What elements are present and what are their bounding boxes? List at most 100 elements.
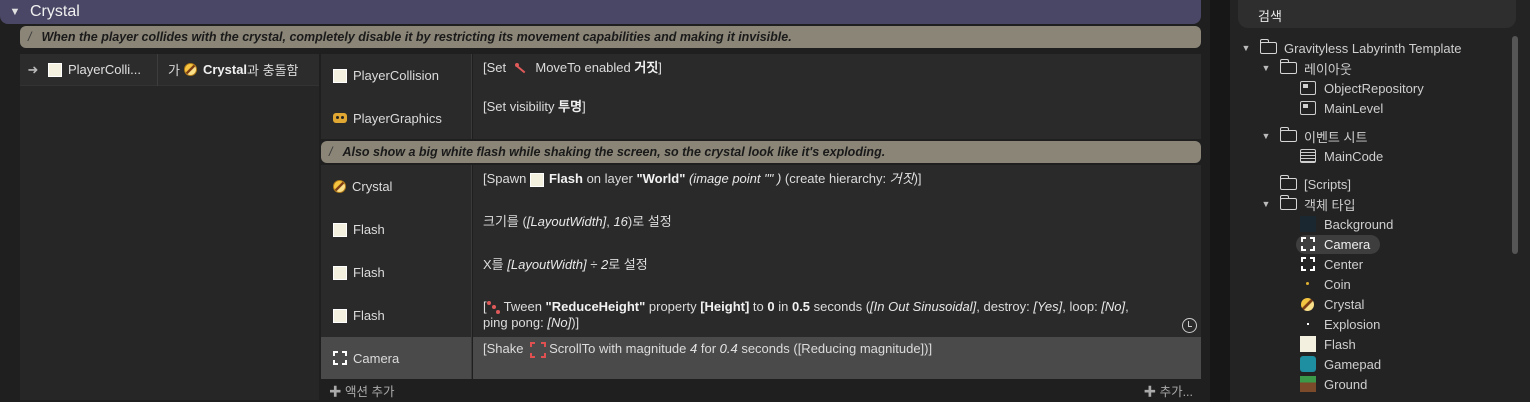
action-text: )] [913, 171, 922, 186]
tree-label: Ground [1324, 376, 1368, 392]
scrollbar[interactable] [1512, 36, 1518, 254]
group-title: Crystal [30, 3, 80, 20]
action-object-name: Crystal [352, 179, 393, 194]
action-object-flash[interactable]: Flash [321, 294, 472, 337]
chevron-down-icon: ▼ [1261, 199, 1271, 209]
tree-label: Explosion [1324, 316, 1381, 332]
tree-folder-eventsheets[interactable]: ▼ 이벤트 시트 [1260, 126, 1367, 146]
action-object-name: PlayerCollision [353, 68, 439, 83]
action-object-playercollision[interactable]: PlayerCollision [321, 54, 472, 97]
crystal-icon [1301, 297, 1314, 311]
action-spawn-flash[interactable]: [Spawn Flash on layer "World" (image poi… [473, 165, 1201, 208]
collapse-chevron-icon[interactable]: ▼ [0, 6, 30, 18]
action-object-name: Flash [353, 308, 385, 323]
condition-prefix: 가 [168, 63, 180, 78]
action-text: [Spawn [483, 171, 530, 186]
action-text: [Set visibility [483, 99, 559, 114]
action-set-visibility[interactable]: [Set visibility 투명] [473, 97, 1201, 139]
action-shake-camera[interactable]: [Shake ScrollTo with magnitude 4 for 0.4… [473, 337, 1201, 379]
tree-label: Center [1324, 256, 1364, 272]
tree-root[interactable]: ▼ Gravityless Labyrinth Template [1240, 38, 1462, 58]
event-group-header[interactable]: ▼ Crystal [0, 0, 1201, 24]
tree-item-layout[interactable]: ObjectRepository [1300, 78, 1424, 98]
action-text: to [749, 299, 768, 314]
tree-label: Coin [1324, 276, 1351, 292]
condition-row[interactable]: ➜ PlayerColli... 가 Crystal 과 충돌함 [20, 53, 319, 86]
history-icon[interactable] [1182, 318, 1197, 333]
action-text: , loop: [1062, 299, 1102, 314]
action-text: in [774, 299, 792, 314]
layout-icon [1300, 81, 1316, 95]
white-square-icon [529, 172, 544, 187]
action-object-camera[interactable]: Camera [321, 337, 472, 379]
condition-object[interactable]: PlayerColli... [46, 53, 158, 86]
tree-label: MainLevel [1324, 100, 1384, 116]
search-field[interactable]: 검색 [1238, 0, 1516, 28]
condition-text[interactable]: 가 Crystal 과 충돌함 [158, 60, 299, 79]
folder-icon [1279, 59, 1297, 74]
action-object-flash[interactable]: Flash [321, 208, 472, 251]
tree-item-object[interactable]: Gamepad [1300, 354, 1381, 374]
action-value: 0 [767, 299, 775, 314]
action-value: 투명 [558, 99, 583, 114]
white-square-icon [333, 222, 347, 237]
panel-divider[interactable] [1210, 0, 1230, 402]
tree-item-object[interactable]: Explosion [1300, 314, 1380, 334]
event-sheet-icon [1300, 149, 1316, 163]
action-value: 0.4 [719, 341, 738, 356]
action-tween-reduceheight[interactable]: [Tween "ReduceHeight" property [Height] … [473, 294, 1201, 337]
action-set-x[interactable]: X를 [LayoutWidth] ÷ 2로 설정 [473, 251, 1201, 294]
scrollto-behavior-icon [530, 341, 547, 358]
comment-row[interactable]: / Also show a big white flash while shak… [321, 141, 1201, 163]
comment-row[interactable]: / When the player collides with the crys… [20, 26, 1201, 48]
crystal-icon [333, 180, 346, 193]
tree-item-object[interactable]: Background [1300, 214, 1393, 234]
action-object-playergraphics[interactable]: PlayerGraphics [321, 97, 472, 139]
action-value: 거짓 [889, 171, 914, 186]
tree-item-object[interactable]: Camera [1300, 234, 1370, 254]
tree-label: ObjectRepository [1324, 80, 1424, 96]
tree-label: Crystal [1324, 296, 1365, 312]
action-object-flash[interactable]: Flash [321, 251, 472, 294]
mask-sprite-icon [333, 113, 347, 123]
event-condition-column[interactable] [20, 54, 319, 400]
action-object-crystal[interactable]: Crystal [321, 165, 472, 208]
ground-icon [1300, 376, 1316, 392]
add-more-button[interactable]: ✚ 추가... [1136, 381, 1201, 400]
action-object-name: Flash [353, 265, 385, 280]
tree-item-object[interactable]: Flash [1300, 334, 1356, 354]
action-text: seconds ([Reducing magnitude])] [737, 341, 933, 356]
action-set-size[interactable]: 크기를 ([LayoutWidth], 16)로 설정 [473, 208, 1201, 251]
tree-item-object[interactable]: Center [1300, 254, 1363, 274]
tree-item-object[interactable]: Crystal [1300, 294, 1364, 314]
chevron-down-icon: ▼ [1241, 43, 1251, 53]
action-value: 거짓 [634, 60, 659, 75]
action-value: [No] [547, 315, 572, 330]
tree-item-object[interactable]: Ground [1300, 374, 1367, 394]
tree-folder-scripts[interactable]: [Scripts] [1279, 174, 1351, 194]
tree-label: Camera [1324, 236, 1371, 252]
tree-label: Flash [1324, 336, 1356, 352]
action-value: [LayoutWidth] [526, 214, 607, 229]
action-value: 0.5 [791, 299, 811, 314]
tree-item-layout[interactable]: MainLevel [1300, 98, 1383, 118]
tree-item-eventsheet[interactable]: MainCode [1300, 146, 1383, 166]
layout-icon [1300, 101, 1316, 115]
tree-label: MainCode [1324, 148, 1384, 164]
comment-icon: / [28, 30, 32, 44]
trigger-arrow-icon: ➜ [27, 61, 39, 77]
tree-item-object[interactable]: Coin [1300, 274, 1351, 294]
action-object-name: Flash [353, 222, 385, 237]
action-set-moveto-enabled[interactable]: [Set MoveTo enabled 거짓] [473, 54, 1201, 97]
tree-folder-layouts[interactable]: ▼ 레이아웃 [1260, 58, 1352, 78]
white-square-icon [333, 265, 347, 280]
add-action-button[interactable]: ✚ 액션 추가 [321, 381, 402, 400]
comment-text: When the player collides with the crysta… [41, 30, 792, 44]
action-object-name: PlayerGraphics [353, 110, 442, 126]
tree-folder-objecttypes[interactable]: ▼ 객체 타입 [1260, 194, 1355, 214]
tree-label: Gamepad [1324, 356, 1382, 372]
condition-target: Crystal [202, 62, 248, 77]
tree-label: 이벤트 시트 [1304, 129, 1368, 145]
action-value: 16 [613, 214, 628, 229]
action-value: [LayoutWidth] ÷ 2 [507, 257, 609, 272]
